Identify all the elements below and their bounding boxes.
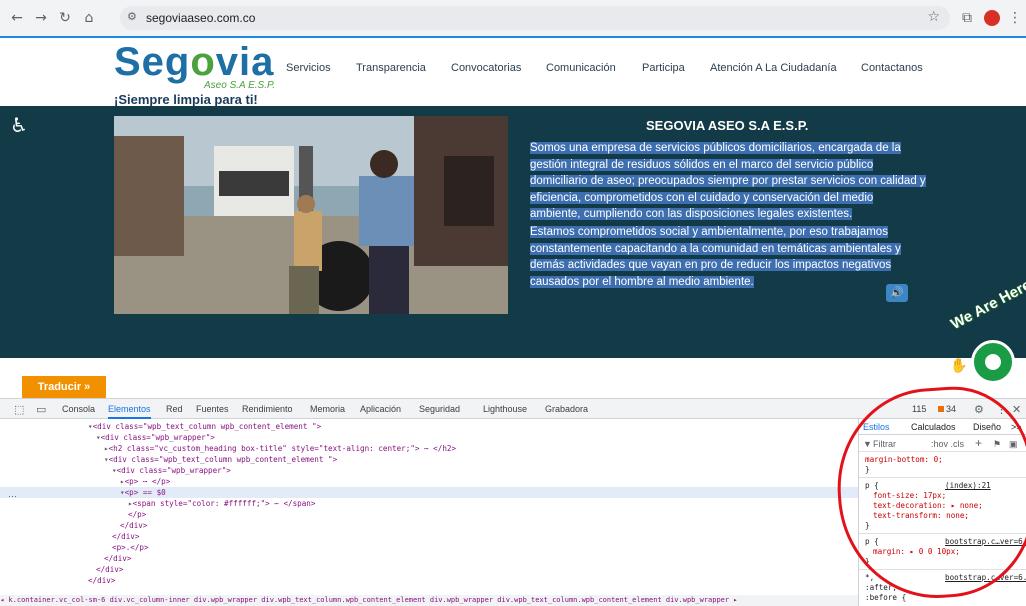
dom-node[interactable]: ▸<span style="color: #ffffff;"> ⋯ </span…: [0, 498, 858, 509]
dom-node[interactable]: </div>: [0, 531, 858, 542]
tab-seguridad[interactable]: Seguridad: [419, 404, 460, 414]
tab-diseno[interactable]: Diseño: [973, 422, 1001, 432]
computed-sidebar-icon[interactable]: ▣: [1009, 439, 1018, 450]
warning-count[interactable]: 115: [912, 404, 926, 414]
css-selector[interactable]: *,bootstrap.c…ver=6.5.5:5: [865, 573, 1026, 583]
tab-lighthouse[interactable]: Lighthouse: [483, 404, 527, 414]
styles-tabbar: Estilos Calculados Diseño >>: [859, 419, 1026, 435]
accessibility-icon[interactable]: ♿: [8, 114, 30, 136]
site-logo[interactable]: Segovia Aseo S.A E.S.P. ¡Siempre limpia …: [114, 40, 284, 107]
device-toolbar-icon[interactable]: ▭: [36, 403, 46, 416]
dom-node-selected[interactable]: ▾<p> == $0: [0, 487, 858, 498]
nav-item-transparencia[interactable]: Transparencia: [356, 62, 426, 74]
bookmark-star-icon[interactable]: ☆: [927, 9, 940, 25]
tab-aplicacion[interactable]: Aplicación: [360, 404, 401, 414]
styles-filter-input[interactable]: Filtrar: [873, 439, 896, 449]
css-declaration[interactable]: text-decoration: ▸ none;: [865, 501, 983, 511]
tab-rendimiento[interactable]: Rendimiento: [242, 404, 293, 414]
dom-node[interactable]: ▾<div class="wpb_text_column wpb_content…: [0, 421, 858, 432]
menu-icon[interactable]: ⋮: [1006, 9, 1024, 27]
tab-grabadora[interactable]: Grabadora: [545, 404, 588, 414]
devtools-tabbar: ⬚ ▭ Consola Elementos Red Fuentes Rendim…: [0, 399, 1026, 419]
devtools-panel: ⬚ ▭ Consola Elementos Red Fuentes Rendim…: [0, 398, 1026, 606]
site-header: Segovia Aseo S.A E.S.P. ¡Siempre limpia …: [0, 38, 1026, 107]
wave-icon: ✋: [950, 358, 968, 374]
css-rule-close: }: [865, 557, 870, 566]
nav-item-contactanos[interactable]: Contactanos: [861, 62, 923, 74]
elements-tree[interactable]: ▾<div class="wpb_text_column wpb_content…: [0, 419, 858, 595]
dom-node[interactable]: ▸<h2 class="vc_custom_heading box-title"…: [0, 443, 858, 454]
nav-item-participa[interactable]: Participa: [642, 62, 685, 74]
dom-node[interactable]: </div>: [0, 575, 858, 586]
dom-node[interactable]: </div>: [0, 520, 858, 531]
filter-icon: ▼: [863, 439, 872, 449]
gutter-ellipsis: ⋯: [8, 491, 17, 501]
css-rule-close: }: [865, 465, 870, 474]
more-tabs-icon[interactable]: >>: [1011, 422, 1022, 432]
logo-subtitle: Aseo S.A E.S.P.: [204, 80, 276, 91]
dom-node[interactable]: ▸<p> ⋯ </p>: [0, 476, 858, 487]
chat-bubble-icon[interactable]: [971, 340, 1015, 384]
close-devtools-icon[interactable]: ✕: [1012, 403, 1021, 416]
dom-node[interactable]: ▾<div class="wpb_wrapper">: [0, 465, 858, 476]
more-options-icon[interactable]: ⋮: [996, 403, 1007, 416]
nav-item-comunicacion[interactable]: Comunicación: [546, 62, 616, 74]
nav-item-convocatorias[interactable]: Convocatorias: [451, 62, 521, 74]
translate-button[interactable]: Traducir »: [22, 376, 106, 398]
tab-consola[interactable]: Consola: [62, 404, 95, 414]
styles-filter-row: ▼ Filtrar :hov .cls + ⚑ ▣: [859, 436, 1026, 452]
dom-node[interactable]: ▾<div class="wpb_wrapper">: [0, 432, 858, 443]
dom-node[interactable]: ▾<div class="wpb_text_column wpb_content…: [0, 454, 858, 465]
css-declaration[interactable]: text-transform: none;: [865, 511, 969, 521]
hero-paragraph: Somos una empresa de servicios públicos …: [530, 142, 926, 220]
dom-node[interactable]: <p>.</p>: [0, 542, 858, 553]
dom-node[interactable]: </p>: [0, 509, 858, 520]
dom-breadcrumb[interactable]: ◂ k.container.vc_col-sm-6 div.vc_column-…: [0, 595, 858, 606]
home-icon[interactable]: ⌂: [80, 9, 98, 27]
css-selector[interactable]: p {bootstrap.c…ver=6.5.5:5: [865, 537, 1026, 547]
hero-paragraph: Estamos comprometidos social y ambiental…: [530, 226, 901, 288]
tab-red[interactable]: Red: [166, 404, 183, 414]
tab-memoria[interactable]: Memoria: [310, 404, 345, 414]
css-source-link[interactable]: bootstrap.c…ver=6.5.5:5: [945, 573, 1026, 583]
css-selector[interactable]: :after,: [865, 583, 897, 593]
css-rule-close: }: [865, 521, 870, 530]
css-selector[interactable]: :before {: [865, 593, 906, 603]
error-count[interactable]: 34: [938, 404, 956, 414]
css-source-link[interactable]: (index):21: [945, 481, 991, 491]
dom-node[interactable]: </div>: [0, 564, 858, 575]
nav-item-atencion[interactable]: Atención A La Ciudadanía: [710, 62, 837, 74]
css-selector[interactable]: p {(index):21: [865, 481, 1025, 491]
speaker-icon[interactable]: 🔊: [886, 284, 908, 302]
new-rule-icon[interactable]: +: [975, 436, 982, 450]
hero-photo: [114, 116, 508, 314]
hero-section: ♿ SEGOVIA ASEO S.A E.S.P. Somos una empr…: [0, 106, 1026, 358]
hov-cls-toggles[interactable]: :hov .cls: [931, 439, 964, 449]
dom-node[interactable]: </div>: [0, 553, 858, 564]
back-icon[interactable]: ←: [8, 9, 26, 27]
css-declaration[interactable]: font-size: 17px;: [865, 491, 946, 501]
address-bar[interactable]: ⚙ segoviaaseo.com.co ☆: [120, 6, 950, 30]
tab-fuentes[interactable]: Fuentes: [196, 404, 229, 414]
css-source-link[interactable]: bootstrap.c…ver=6.5.5:5: [945, 537, 1026, 547]
browser-toolbar: ← → ↻ ⌂ ⚙ segoviaaseo.com.co ☆ ⧉ ⋮: [0, 0, 1026, 36]
tab-calculados[interactable]: Calculados: [911, 422, 956, 432]
forward-icon[interactable]: →: [32, 9, 50, 27]
element-state-icon[interactable]: ⚑: [993, 439, 1001, 450]
css-declaration[interactable]: margin: ▸ 0 0 10px;: [865, 547, 960, 557]
css-declaration[interactable]: margin-bottom: 0;: [865, 455, 943, 465]
extensions-icon[interactable]: ⧉: [958, 9, 976, 27]
inspect-element-icon[interactable]: ⬚: [14, 403, 24, 416]
tab-estilos[interactable]: Estilos: [863, 422, 890, 432]
nav-item-servicios[interactable]: Servicios: [286, 62, 331, 74]
logo-slogan: ¡Siempre limpia para ti!: [114, 92, 258, 107]
url-text[interactable]: segoviaaseo.com.co: [146, 11, 255, 25]
hero-title: SEGOVIA ASEO S.A E.S.P.: [646, 118, 809, 133]
tab-elementos[interactable]: Elementos: [108, 404, 151, 419]
reload-icon[interactable]: ↻: [56, 9, 74, 27]
settings-gear-icon[interactable]: ⚙: [974, 403, 984, 416]
profile-avatar[interactable]: [984, 10, 1000, 26]
styles-pane: Estilos Calculados Diseño >> ▼ Filtrar :…: [858, 419, 1026, 606]
site-settings-icon[interactable]: ⚙: [127, 10, 137, 23]
